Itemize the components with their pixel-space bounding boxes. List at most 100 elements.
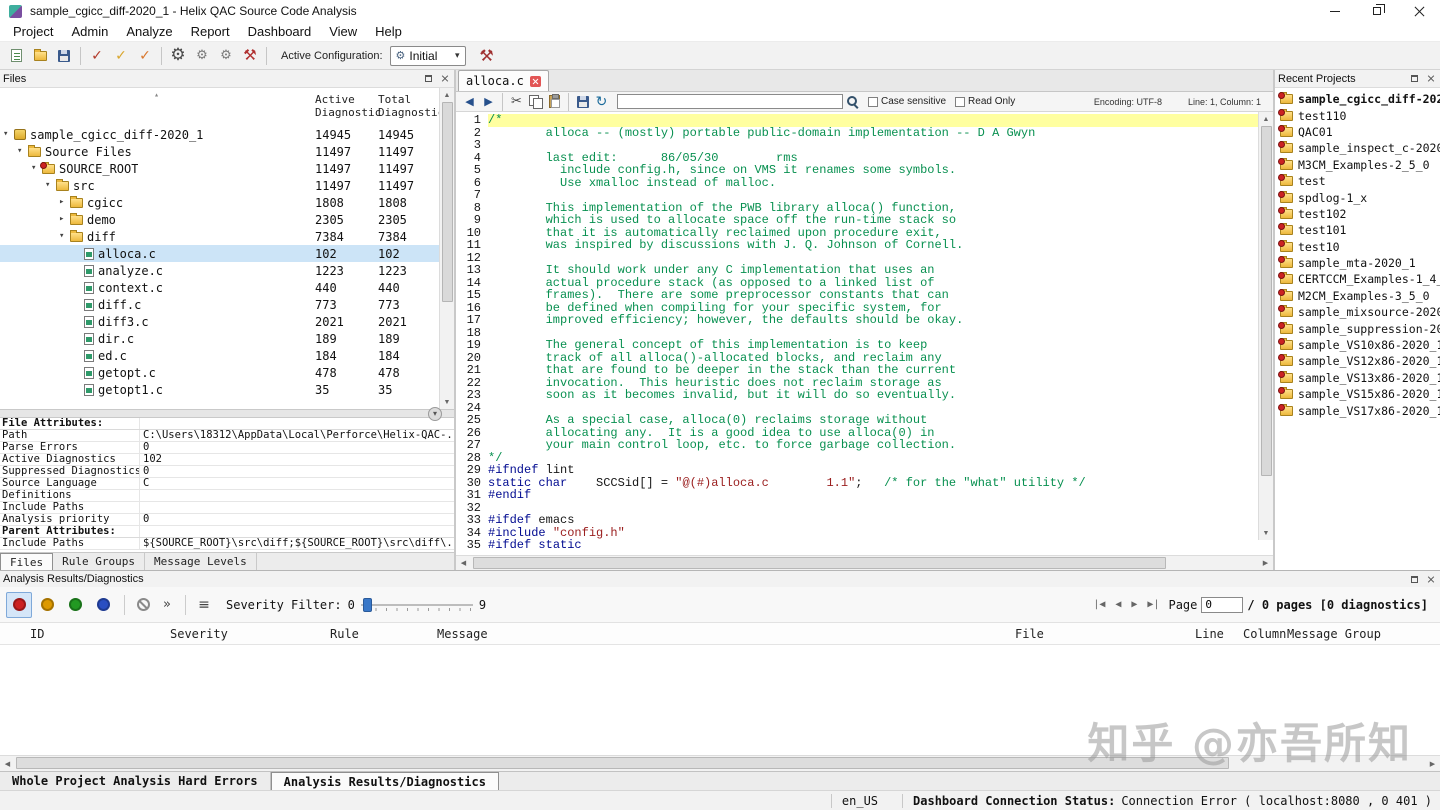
tree-item-diff-c[interactable]: diff.c773773: [0, 296, 454, 313]
scrollbar-thumb[interactable]: [1261, 126, 1272, 476]
close-panel-button[interactable]: [438, 72, 451, 85]
menu-item-report[interactable]: Report: [182, 22, 239, 41]
scroll-down-icon[interactable]: ▼: [1263, 526, 1270, 540]
cut-icon[interactable]: ✂: [507, 93, 526, 110]
scroll-left-icon[interactable]: ◀: [0, 756, 15, 771]
prev-page-icon[interactable]: ◀: [1110, 599, 1126, 610]
settings-gear-icon[interactable]: ⚙: [166, 44, 190, 68]
menu-item-help[interactable]: Help: [366, 22, 411, 41]
recent-project-sample-vs17x86-2020-1[interactable]: sample_VS17x86-2020_1: [1275, 402, 1440, 418]
severity-warning-icon[interactable]: [34, 592, 60, 618]
recent-project-sample-vs15x86-2020-1[interactable]: sample_VS15x86-2020_1: [1275, 386, 1440, 402]
scroll-up-icon[interactable]: ▲: [444, 88, 451, 102]
case-sensitive-checkbox[interactable]: [868, 97, 878, 107]
view-menu-icon[interactable]: ≡: [192, 593, 216, 617]
recent-project-test101[interactable]: test101: [1275, 222, 1440, 238]
tree-item-sample-cgicc-diff-2020-1[interactable]: ▾sample_cgicc_diff-2020_11494514945: [0, 126, 454, 143]
recent-project-certccm-examples-1-4-0[interactable]: CERTCCM_Examples-1_4_0: [1275, 271, 1440, 287]
severity-error-icon[interactable]: [6, 592, 32, 618]
column-header-file[interactable]: File: [1015, 627, 1195, 641]
tree-item-cgicc[interactable]: ▸cgicc18081808: [0, 194, 454, 211]
recent-project-qac01[interactable]: QAC01: [1275, 124, 1440, 140]
recent-project-m2cm-examples-3-5-0[interactable]: M2CM_Examples-3_5_0: [1275, 288, 1440, 304]
expand-icon[interactable]: ▸: [59, 215, 70, 224]
scrollbar-thumb[interactable]: [442, 102, 453, 302]
remove-analysis-gear-icon[interactable]: ⚙: [214, 44, 238, 68]
recent-project-sample-mta-2020-1[interactable]: sample_mta-2020_1: [1275, 255, 1440, 271]
recent-project-m3cm-examples-2-5-0[interactable]: M3CM_Examples-2_5_0: [1275, 157, 1440, 173]
minimize-button[interactable]: [1314, 0, 1356, 22]
page-number-input[interactable]: [1201, 597, 1243, 613]
scroll-down-icon[interactable]: ▼: [444, 395, 451, 409]
results-horizontal-scrollbar[interactable]: ◀ ▶: [0, 755, 1440, 771]
editor-tab-alloca-c[interactable]: alloca.c: [458, 70, 549, 91]
expand-icon[interactable]: ▸: [59, 198, 70, 207]
save-file-icon[interactable]: [573, 93, 592, 110]
tab-files[interactable]: Files: [0, 553, 53, 570]
analyze-project-icon[interactable]: ✓: [133, 44, 157, 68]
tree-item-ed-c[interactable]: ed.c184184: [0, 347, 454, 364]
configuration-dropdown[interactable]: ⚙ Initial ▾: [390, 46, 466, 66]
recent-project-spdlog-1-x[interactable]: spdlog-1_x: [1275, 189, 1440, 205]
new-project-icon[interactable]: [4, 44, 28, 68]
menu-item-admin[interactable]: Admin: [62, 22, 117, 41]
column-header-id[interactable]: ID: [0, 627, 170, 641]
tree-item-dir-c[interactable]: dir.c189189: [0, 330, 454, 347]
project-properties-button[interactable]: ⚒: [474, 44, 500, 68]
tree-item-getopt1-c[interactable]: getopt1.c3535: [0, 381, 454, 398]
scroll-right-icon[interactable]: ▶: [1258, 556, 1273, 570]
editor-vertical-scrollbar[interactable]: ▲ ▼: [1258, 112, 1273, 540]
undock-panel-button[interactable]: [1408, 573, 1421, 586]
undock-panel-button[interactable]: [422, 72, 435, 85]
scrollbar-thumb[interactable]: [473, 557, 1166, 569]
tab-analysis-results-diagnostics[interactable]: Analysis Results/Diagnostics: [271, 772, 499, 790]
results-table-body[interactable]: [0, 645, 1440, 755]
close-button[interactable]: [1398, 0, 1440, 22]
save-project-icon[interactable]: [52, 44, 76, 68]
column-header-active-diagnostic[interactable]: Active Diagnostic: [313, 88, 376, 126]
tree-item-diff[interactable]: ▾diff73847384: [0, 228, 454, 245]
suppressed-diagnostics-icon[interactable]: [131, 593, 155, 617]
collapse-icon[interactable]: ▾: [45, 181, 56, 190]
overflow-icon[interactable]: »: [155, 593, 179, 617]
severity-filter-slider[interactable]: [361, 597, 473, 613]
collapse-splitter-button[interactable]: [428, 407, 442, 421]
search-input[interactable]: [617, 94, 843, 109]
recent-project-test110[interactable]: test110: [1275, 107, 1440, 123]
collapse-icon[interactable]: ▾: [3, 130, 14, 139]
menu-item-view[interactable]: View: [320, 22, 366, 41]
scrollbar-thumb[interactable]: [16, 757, 1229, 769]
menu-item-project[interactable]: Project: [4, 22, 62, 41]
next-page-icon[interactable]: ▶: [1126, 599, 1142, 610]
collapse-icon[interactable]: ▾: [17, 147, 28, 156]
slider-handle[interactable]: [363, 598, 372, 612]
recent-project-sample-inspect-c-2020-1[interactable]: sample_inspect_c-2020_1: [1275, 140, 1440, 156]
search-icon[interactable]: [846, 95, 859, 108]
copy-icon[interactable]: [526, 93, 545, 110]
forward-icon[interactable]: ▶: [479, 93, 498, 110]
analyze-modified-files-icon[interactable]: ✓: [109, 44, 133, 68]
close-panel-button[interactable]: [1424, 72, 1437, 85]
menu-item-dashboard[interactable]: Dashboard: [239, 22, 321, 41]
tree-scrollbar[interactable]: ▲ ▼: [439, 88, 454, 409]
column-header-column[interactable]: Column: [1243, 627, 1287, 641]
editor-horizontal-scrollbar[interactable]: ◀ ▶: [456, 555, 1273, 570]
close-tab-icon[interactable]: [530, 76, 541, 87]
recent-project-test10[interactable]: test10: [1275, 239, 1440, 255]
recent-project-sample-vs10x86-2020-1[interactable]: sample_VS10x86-2020_1: [1275, 337, 1440, 353]
recent-project-test[interactable]: test: [1275, 173, 1440, 189]
recent-project-sample-vs13x86-2020-1[interactable]: sample_VS13x86-2020_1: [1275, 370, 1440, 386]
reload-file-icon[interactable]: ↻: [592, 93, 611, 110]
column-header-total-diagnostic[interactable]: Total Diagnostic: [376, 88, 439, 126]
code-editor[interactable]: 1/*2 alloca -- (mostly) portable public-…: [456, 112, 1273, 555]
scroll-up-icon[interactable]: ▲: [1263, 112, 1270, 126]
column-header-line[interactable]: Line: [1195, 627, 1243, 641]
severity-info-icon[interactable]: [62, 592, 88, 618]
scroll-right-icon[interactable]: ▶: [1425, 756, 1440, 771]
tab-message-levels[interactable]: Message Levels: [145, 553, 257, 570]
build-tools-icon[interactable]: ⚒: [238, 44, 262, 68]
tab-rule-groups[interactable]: Rule Groups: [53, 553, 145, 570]
menu-item-analyze[interactable]: Analyze: [117, 22, 181, 41]
collapse-icon[interactable]: ▾: [59, 232, 70, 241]
scroll-up-icon[interactable]: ▴: [154, 91, 159, 126]
